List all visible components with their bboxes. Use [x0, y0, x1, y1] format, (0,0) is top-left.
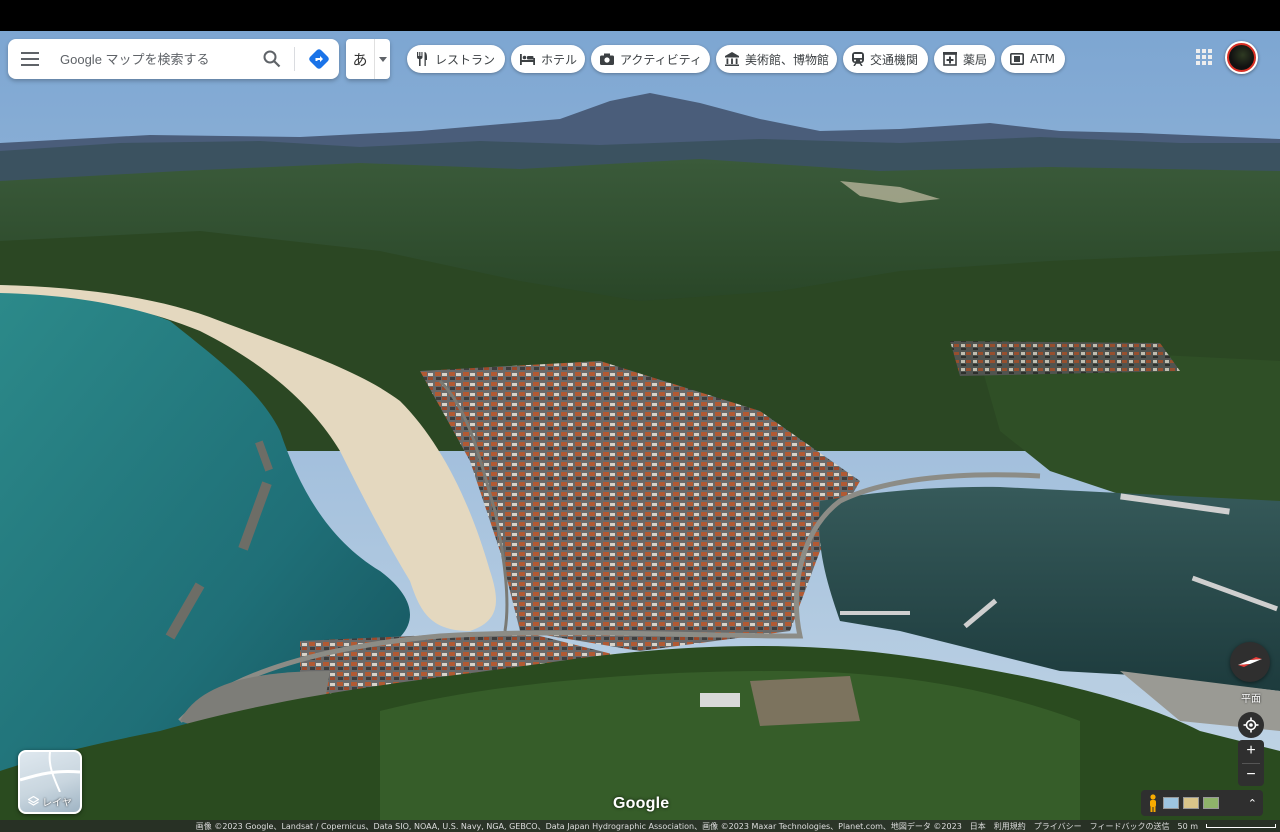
- imagery-thumbnail-3[interactable]: [1203, 797, 1219, 809]
- avatar-image: [1227, 43, 1256, 72]
- bed-icon: [520, 51, 535, 67]
- feedback-link[interactable]: フィードバックの送信: [1090, 821, 1170, 832]
- chip-pharmacy-label: 薬局: [963, 52, 988, 67]
- region-label: 日本: [969, 821, 986, 831]
- caret-down-icon: [378, 56, 387, 62]
- input-method-selector[interactable]: あ: [346, 39, 390, 79]
- search-button[interactable]: [254, 39, 290, 79]
- imagery-credits: 画像 ©2023 Google、Landsat / Copernicus、Dat…: [195, 821, 962, 831]
- my-location-button[interactable]: [1238, 712, 1264, 738]
- privacy-link[interactable]: プライバシー: [1034, 821, 1082, 832]
- aerial-map-view[interactable]: [0, 31, 1280, 832]
- chip-transit-label: 交通機関: [870, 52, 919, 67]
- scale-bar: [1206, 824, 1276, 828]
- compass-icon: [1238, 657, 1262, 667]
- street-view-bar: ⌃: [1141, 790, 1263, 816]
- chip-hotel-label: ホテル: [541, 52, 578, 67]
- layers-button[interactable]: レイヤ: [18, 750, 82, 814]
- apps-grid-icon: [1196, 49, 1212, 65]
- account-avatar[interactable]: [1225, 41, 1258, 74]
- google-apps-button[interactable]: [1194, 47, 1214, 67]
- map-thumbnail: [20, 752, 80, 792]
- hamburger-menu-icon: [21, 52, 39, 66]
- browser-top-bar: [0, 0, 1280, 31]
- pharmacy-icon: [943, 51, 957, 67]
- chip-restaurant[interactable]: レストラン: [407, 45, 505, 73]
- google-logo: Google: [613, 795, 670, 812]
- pegman-icon[interactable]: [1147, 794, 1159, 812]
- layers-label: レイヤ: [42, 798, 72, 809]
- chip-atm[interactable]: ATM: [1001, 45, 1065, 73]
- input-method-dropdown[interactable]: [374, 39, 390, 79]
- search-input[interactable]: [52, 39, 254, 79]
- museum-icon: [725, 51, 739, 67]
- directions-button[interactable]: [299, 39, 339, 79]
- attribution-bar: 画像 ©2023 Google、Landsat / Copernicus、Dat…: [0, 820, 1280, 832]
- chip-activity[interactable]: アクティビティ: [591, 45, 710, 73]
- search-icon: [263, 50, 281, 68]
- chip-museum-label: 美術館、博物館: [745, 52, 830, 67]
- search-divider: [294, 47, 295, 71]
- search-box: [8, 39, 339, 79]
- zoom-in-button[interactable]: +: [1238, 740, 1264, 763]
- layers-label-row: レイヤ: [20, 794, 80, 809]
- scale-label: 50 m: [1177, 821, 1198, 831]
- chip-hotel[interactable]: ホテル: [511, 45, 585, 73]
- my-location-icon: [1243, 717, 1259, 733]
- zoom-out-button[interactable]: −: [1238, 764, 1264, 787]
- zoom-controls: + −: [1238, 740, 1264, 786]
- imagery-thumbnail-1[interactable]: [1163, 797, 1179, 809]
- chip-museum[interactable]: 美術館、博物館: [716, 45, 837, 73]
- compass-button[interactable]: [1230, 642, 1270, 682]
- terms-link[interactable]: 利用規約: [994, 821, 1026, 832]
- flat-view-toggle[interactable]: 平面: [1236, 690, 1266, 705]
- chip-pharmacy[interactable]: 薬局: [934, 45, 995, 73]
- menu-button[interactable]: [8, 39, 52, 79]
- chip-restaurant-label: レストラン: [434, 52, 495, 67]
- train-icon: [852, 51, 864, 67]
- imagery-thumbnail-2[interactable]: [1183, 797, 1199, 809]
- chip-activity-label: アクティビティ: [620, 52, 702, 67]
- chip-transit[interactable]: 交通機関: [843, 45, 928, 73]
- chip-atm-label: ATM: [1030, 52, 1055, 66]
- camera-icon: [600, 51, 614, 67]
- directions-icon: [309, 49, 329, 69]
- fork-knife-icon: [416, 51, 429, 67]
- input-method-label: あ: [352, 50, 368, 69]
- atm-icon: [1010, 51, 1025, 67]
- expand-chevron-icon[interactable]: ⌃: [1248, 797, 1257, 810]
- layers-icon: [28, 796, 40, 806]
